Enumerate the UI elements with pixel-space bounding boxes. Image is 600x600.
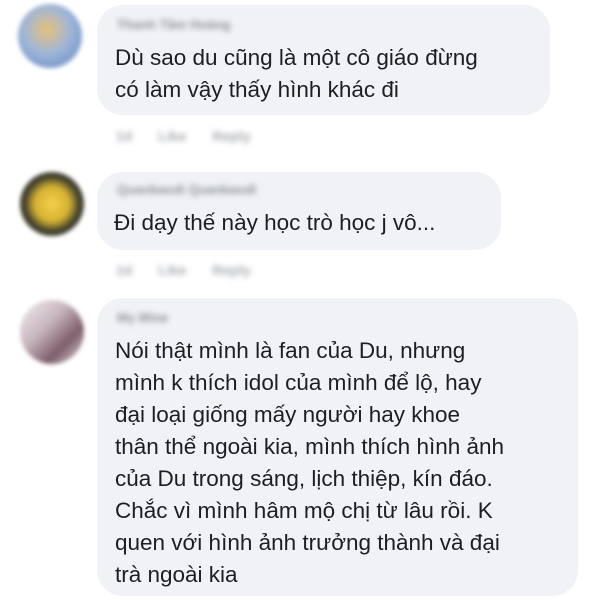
comment-time[interactable]: 1d xyxy=(116,128,132,144)
avatar[interactable] xyxy=(18,4,82,68)
reply-button[interactable]: Reply xyxy=(212,128,250,144)
comment-actions: 1d Like Reply xyxy=(116,262,250,278)
comment-author[interactable]: Thanh Tâm Hoàng xyxy=(117,17,230,32)
comment-bubble: Thanh Tâm Hoàng Dù sao du cũng là một cô… xyxy=(97,5,550,115)
comment-actions: 1d Like Reply xyxy=(116,128,250,144)
like-button[interactable]: Like xyxy=(158,128,186,144)
avatar[interactable] xyxy=(20,172,84,236)
comment-bubble: Quanbaodi Quanbaodi Đi dạy thế này học t… xyxy=(97,172,501,250)
comment-text: Dù sao du cũng là một cô giáo đừng có là… xyxy=(115,45,478,102)
comment-author[interactable]: Quanbaodi Quanbaodi xyxy=(117,182,256,197)
avatar[interactable] xyxy=(20,300,84,364)
comment-author[interactable]: My Mine xyxy=(117,310,168,325)
reply-button[interactable]: Reply xyxy=(212,262,250,278)
comment-text: Nói thật mình là fan của Du, nhưng mình … xyxy=(115,338,505,587)
like-button[interactable]: Like xyxy=(158,262,186,278)
comment-text: Đi dạy thế này học trò học j vô... xyxy=(114,210,436,235)
comment-time[interactable]: 1d xyxy=(116,262,132,278)
comment-bubble: My Mine Nói thật mình là fan của Du, như… xyxy=(97,298,578,596)
